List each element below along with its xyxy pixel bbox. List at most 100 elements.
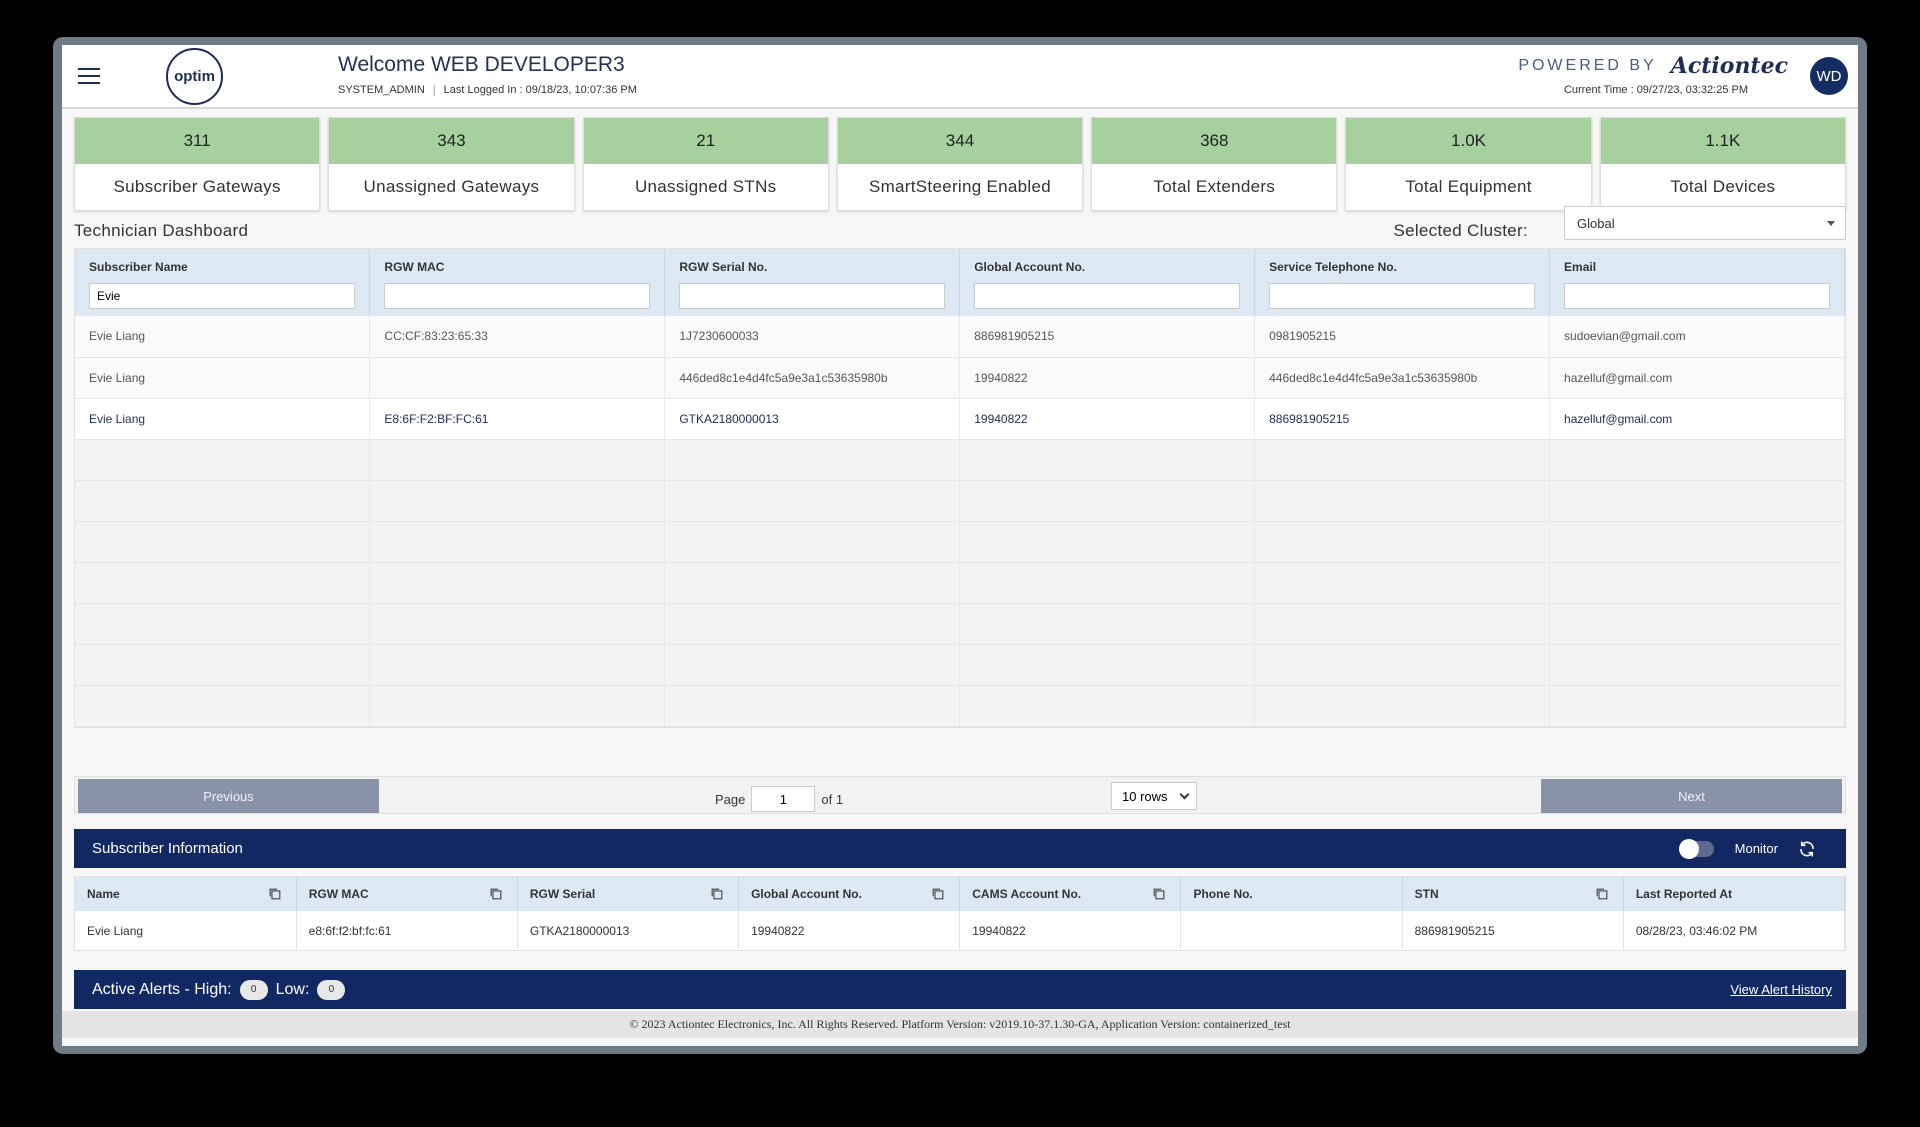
card-subscriber-gateways[interactable]: 311 Subscriber Gateways [74,117,321,211]
copy-icon[interactable] [931,887,945,901]
previous-button[interactable]: Previous [78,779,379,813]
powered-by-label: POWERED BY [1518,57,1657,74]
filter-email[interactable] [1564,283,1830,309]
column-header-global-account: Global Account No. [738,877,961,911]
column-header-rgw-mac: RGW MAC [296,877,518,911]
table-cell: Evie Liang [75,316,371,358]
table-cell: 886981905215 [959,316,1256,358]
cluster-select[interactable]: Global [1564,206,1846,240]
monitor-label: Monitor [1734,841,1778,856]
rows-per-page-value: 10 rows [1122,789,1168,804]
table-cell: GTKA2180000013 [517,911,740,950]
table-cell: 19940822 [959,911,1182,950]
card-label: Total Devices [1670,177,1776,196]
optim-logo: optim [166,48,223,105]
table-cell: hazelluf@gmail.com [1549,357,1845,399]
app-window: optim Welcome WEB DEVELOPER3 SYSTEM_ADMI… [53,37,1867,1054]
filter-rgw-serial[interactable] [679,283,946,309]
table-cell: 19940822 [738,911,961,950]
table-cell: Evie Liang [75,357,371,399]
column-header-last-reported: Last Reported At [1623,877,1846,911]
header-label: Global Account No. [751,887,862,901]
table-cell: Evie Liang [75,911,297,950]
filter-global-account[interactable] [974,283,1241,309]
card-smartsteering-enabled[interactable]: 344 SmartSteering Enabled [836,117,1084,211]
card-total-equipment[interactable]: 1.0K Total Equipment [1345,117,1592,211]
empty-row [75,480,1845,522]
column-header-global-account[interactable]: Global Account No. [959,249,1256,280]
card-label: Unassigned Gateways [363,177,540,196]
monitor-toggle[interactable] [1679,839,1714,859]
filter-rgw-mac[interactable] [384,283,651,309]
table-row[interactable]: Evie Liang CC:CF:83:23:65:33 1J723060003… [75,316,1845,358]
column-header-phone: Phone No. [1180,877,1403,911]
table-cell: Evie Liang [75,398,371,440]
card-value: 344 [837,118,1083,164]
top-bar: optim Welcome WEB DEVELOPER3 SYSTEM_ADMI… [62,45,1858,109]
header-label: CAMS Account No. [972,887,1082,901]
card-value: 311 [75,118,320,164]
empty-row [75,521,1845,563]
column-header-service-telephone[interactable]: Service Telephone No. [1254,249,1551,280]
column-header-cams-account: CAMS Account No. [959,877,1182,911]
empty-row [75,562,1845,604]
alerts-high-count: 0 [239,980,268,1000]
card-total-devices[interactable]: 1.1K Total Devices [1599,117,1846,211]
subscriber-grid: Subscriber Name RGW MAC RGW Serial No. G… [74,248,1846,728]
chevron-down-icon [1827,221,1835,226]
page-label: Page [715,791,746,807]
page-total: of 1 [821,791,844,807]
footer: © 2023 Actiontec Electronics, Inc. All R… [62,1011,1858,1038]
card-label: Unassigned STNs [634,177,777,196]
card-value: 1.1K [1600,118,1845,164]
column-header-rgw-mac[interactable]: RGW MAC [369,249,666,280]
column-header-rgw-serial[interactable]: RGW Serial No. [664,249,961,280]
dashboard-title: Technician Dashboard [74,221,249,240]
refresh-icon[interactable] [1798,840,1816,858]
hamburger-menu-icon[interactable] [78,68,100,84]
page-number-input[interactable] [751,786,816,812]
card-label: Total Equipment [1405,177,1532,196]
subscriber-info-title: Subscriber Information [92,840,243,857]
filter-subscriber-name[interactable] [89,283,356,309]
user-avatar[interactable]: WD [1810,57,1848,95]
next-button[interactable]: Next [1541,779,1842,813]
table-cell: CC:CF:83:23:65:33 [369,316,666,358]
column-header-name: Name [75,877,297,911]
empty-row [75,439,1845,481]
chevron-down-icon [1179,789,1190,800]
powered-by: POWERED BY Actiontec [1518,53,1788,79]
copy-icon[interactable] [489,887,503,901]
empty-row [75,603,1845,645]
view-alert-history-link[interactable]: View Alert History [1730,982,1832,997]
app-content: optim Welcome WEB DEVELOPER3 SYSTEM_ADMI… [62,45,1858,1046]
table-cell: GTKA2180000013 [664,398,961,440]
copy-icon[interactable] [1152,887,1166,901]
cluster-label: Selected Cluster: [1393,221,1528,240]
card-unassigned-stns[interactable]: 21 Unassigned STNs [582,117,829,211]
table-cell: e8:6f:f2:bf:fc:61 [296,911,518,950]
column-header-subscriber-name[interactable]: Subscriber Name [75,249,371,280]
page-info: Page of 1 [715,786,843,812]
card-value: 21 [583,118,828,164]
copy-icon[interactable] [268,887,282,901]
rows-per-page-select[interactable]: 10 rows [1111,782,1197,810]
column-header-rgw-serial: RGW Serial [517,877,740,911]
card-total-extenders[interactable]: 368 Total Extenders [1091,117,1338,211]
table-row[interactable]: Evie Liang 446ded8c1e4d4fc5a9e3a1c536359… [75,357,1845,399]
table-cell: 1J7230600033 [664,316,961,358]
copy-icon[interactable] [710,887,724,901]
filter-service-telephone[interactable] [1269,283,1536,309]
card-label: SmartSteering Enabled [868,177,1052,196]
copy-icon[interactable] [1595,887,1609,901]
table-cell: 886981905215 [1254,398,1551,440]
column-header-email[interactable]: Email [1549,249,1845,280]
table-row-selected[interactable]: Evie Liang E8:6F:F2:BF:FC:61 GTKA2180000… [75,398,1845,440]
current-time: Current Time : 09/27/23, 03:32:25 PM [1563,84,1748,96]
card-unassigned-gateways[interactable]: 343 Unassigned Gateways [328,117,575,211]
alerts-summary: Active Alerts - High: 0 Low: 0 [92,980,346,1000]
active-alerts-bar: Active Alerts - High: 0 Low: 0 View Aler… [74,970,1846,1009]
subscriber-info-header: Subscriber Information Monitor [74,829,1846,868]
alerts-low-count: 0 [317,980,346,1000]
table-cell [369,357,666,399]
